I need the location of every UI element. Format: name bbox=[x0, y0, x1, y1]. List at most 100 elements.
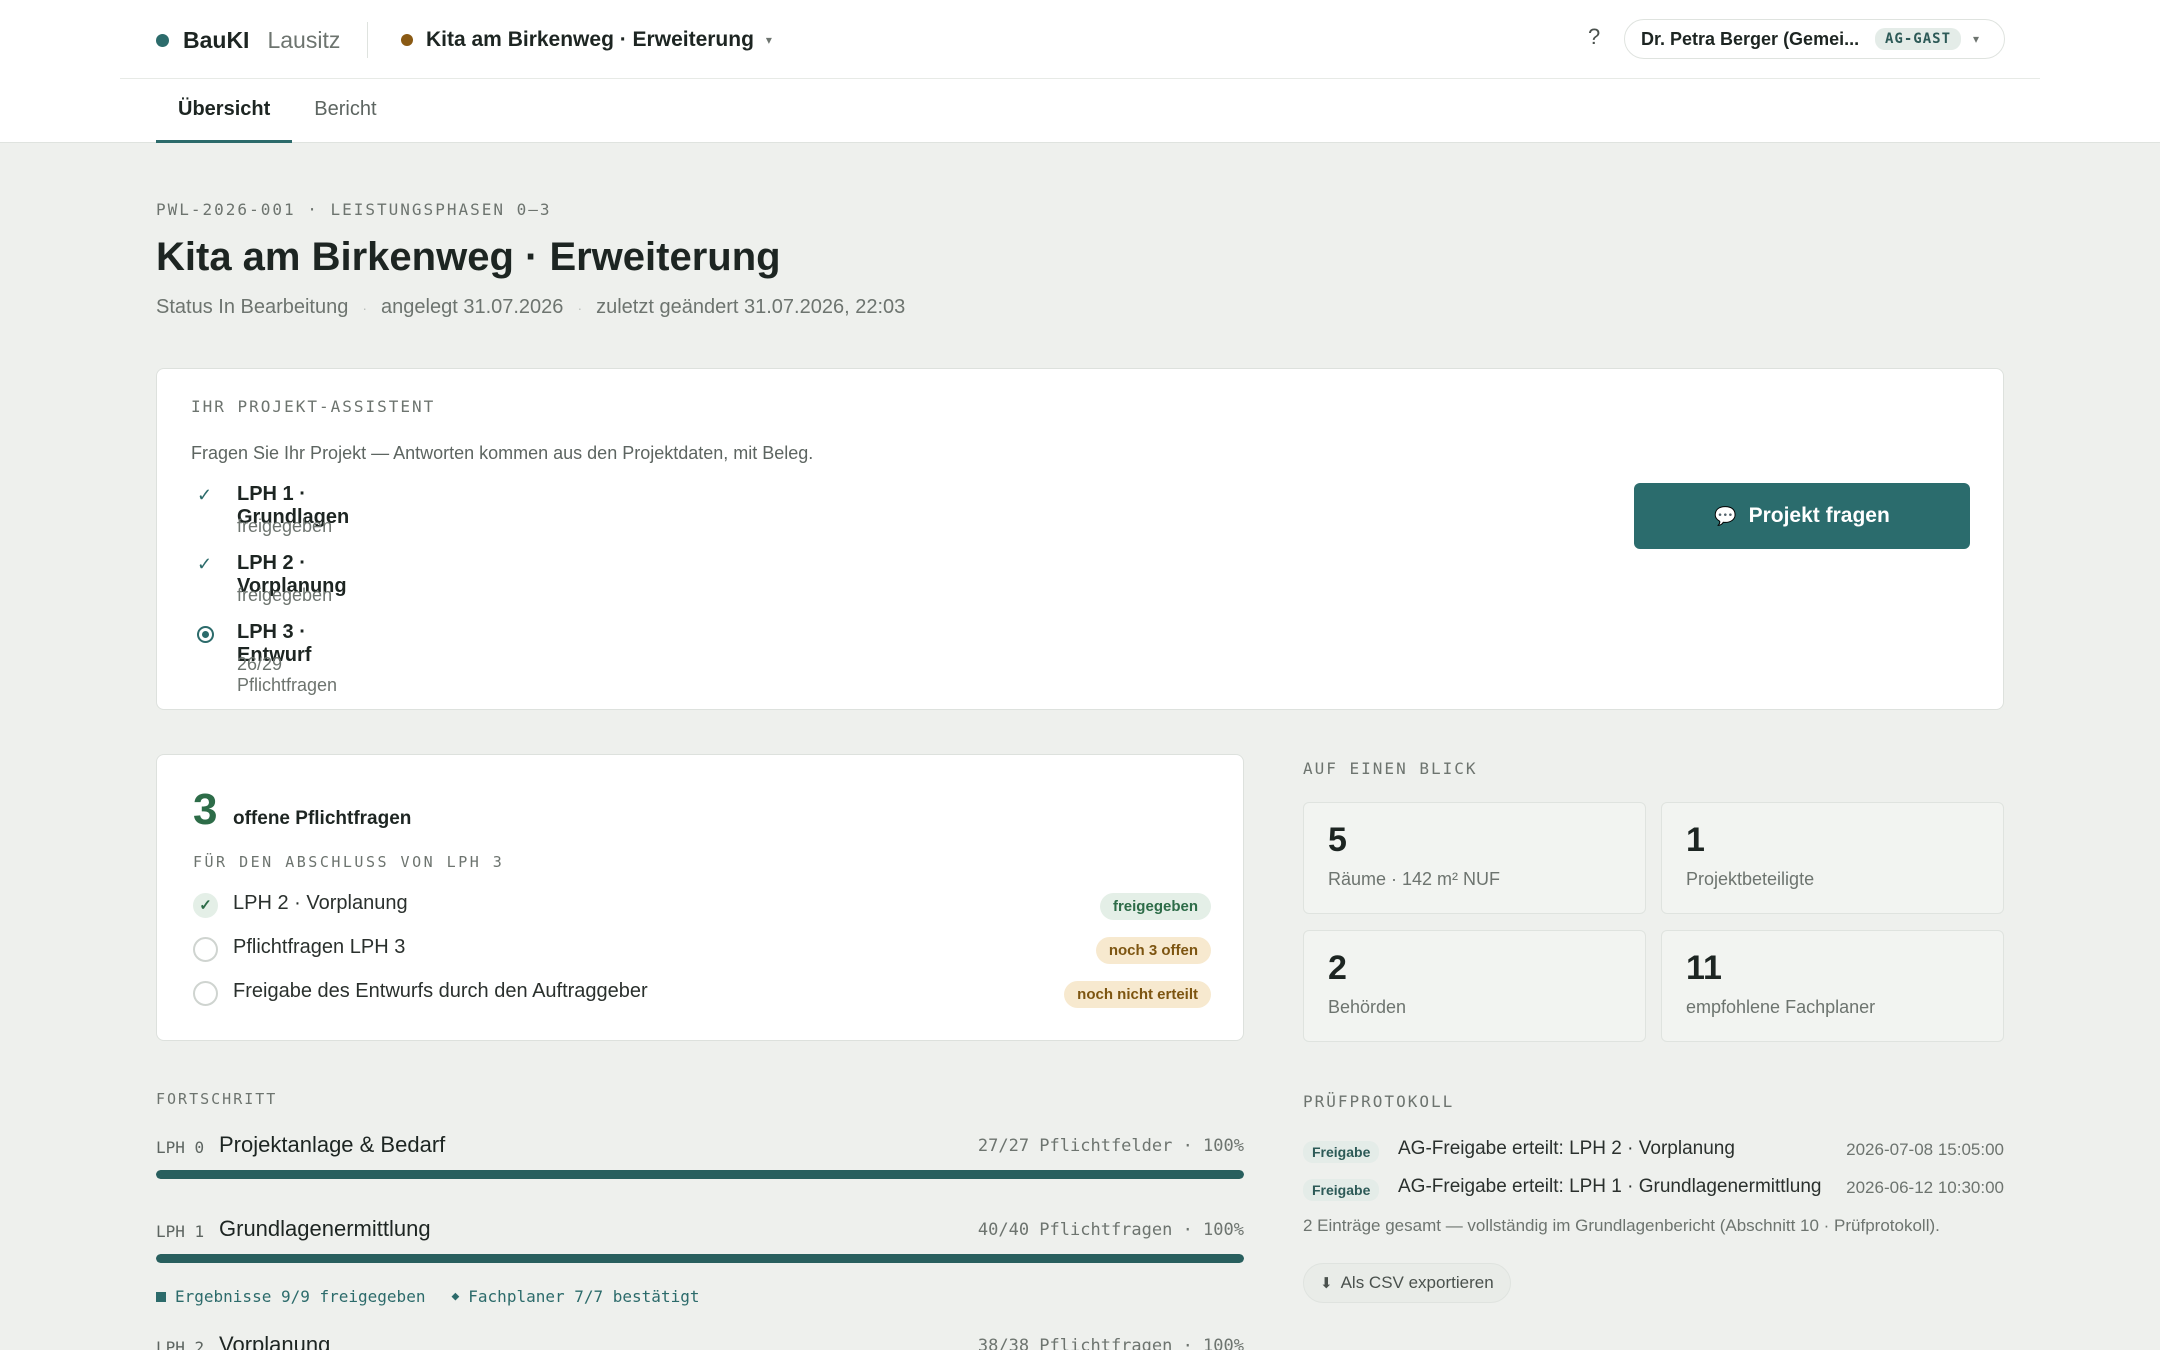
chevron-down-icon: ▾ bbox=[1973, 32, 1980, 46]
progress-header: LPH 2 Vorplanung 38/38 Pflichtfragen · 1… bbox=[156, 1332, 1244, 1350]
assistant-description: Fragen Sie Ihr Projekt — Antworten komme… bbox=[191, 443, 814, 463]
check-icon: ✓ bbox=[197, 485, 213, 505]
open-questions-label: offene Pflichtfragen bbox=[233, 808, 412, 829]
stat-card-authorities[interactable]: 2 Behörden bbox=[1303, 930, 1646, 1042]
brand-dot-icon bbox=[156, 33, 169, 47]
modified-date: zuletzt geändert 31.07.2026, 22:03 bbox=[596, 296, 906, 318]
log-type-badge: Freigabe bbox=[1303, 1179, 1380, 1201]
glance-eyebrow: AUF EINEN BLICK bbox=[1303, 759, 1478, 778]
progress-lph-1[interactable]: LPH 1 Grundlagenermittlung 40/40 Pflicht… bbox=[156, 1216, 1244, 1263]
user-menu[interactable]: Dr. Petra Berger (Gemei... AG-GAST ▾ bbox=[1624, 19, 2005, 59]
header-divider bbox=[367, 22, 368, 58]
page-title: Kita am Birkenweg · Erweiterung bbox=[156, 235, 781, 279]
stat-label: Räume · 142 m² NUF bbox=[1328, 869, 1501, 889]
log-text: AG-Freigabe erteilt: LPH 1 · Grundlagene… bbox=[1398, 1176, 1822, 1197]
status-text: Status In Bearbeitung bbox=[156, 296, 349, 318]
project-switcher[interactable]: Kita am Birkenweg · Erweiterung ▾ bbox=[401, 24, 772, 56]
phase-status: freigegeben bbox=[237, 516, 333, 536]
top-bar: BauKI Lausitz Kita am Birkenweg · Erweit… bbox=[0, 0, 2160, 143]
assistant-eyebrow: IHR PROJEKT-ASSISTENT bbox=[191, 397, 436, 416]
lph-name: Grundlagenermittlung bbox=[219, 1216, 431, 1241]
lph-name: Vorplanung bbox=[219, 1332, 331, 1350]
status-badge: freigegeben bbox=[1099, 893, 1211, 920]
ask-project-label: Projekt fragen bbox=[1748, 504, 1890, 527]
lph-stat: 27/27 Pflichtfelder · 100% bbox=[977, 1136, 1244, 1156]
phase-status: freigegeben bbox=[237, 585, 333, 605]
audit-log-entry[interactable]: Freigabe AG-Freigabe erteilt: LPH 1 · Gr… bbox=[1303, 1175, 2004, 1205]
export-csv-label: Als CSV exportieren bbox=[1340, 1273, 1494, 1292]
chat-bubble-icon: 💬 bbox=[1714, 505, 1737, 526]
project-assistant-card: IHR PROJEKT-ASSISTENT Fragen Sie Ihr Pro… bbox=[156, 368, 2004, 710]
progress-eyebrow: FORTSCHRITT bbox=[156, 1090, 278, 1108]
log-timestamp: 2026-07-08 15:05:00 bbox=[1846, 1140, 2004, 1159]
stat-card-rooms[interactable]: 5 Räume · 142 m² NUF bbox=[1303, 802, 1646, 914]
open-questions-count: 3 bbox=[193, 785, 218, 834]
lph-stat: 40/40 Pflichtfragen · 100% bbox=[977, 1220, 1244, 1240]
checklist-text: Freigabe des Entwurfs durch den Auftragg… bbox=[233, 980, 648, 1002]
checklist-text: LPH 2 · Vorplanung bbox=[233, 892, 408, 914]
radio-active-icon bbox=[197, 626, 214, 643]
stat-label: empfohlene Fachplaner bbox=[1686, 997, 1876, 1017]
chevron-down-icon: ▾ bbox=[765, 33, 772, 47]
meta-separator: · bbox=[577, 299, 583, 316]
export-csv-button[interactable]: ⬇ Als CSV exportieren bbox=[1303, 1263, 1511, 1303]
progress-bar-fill bbox=[156, 1254, 1244, 1263]
status-badge: noch 3 offen bbox=[1095, 937, 1211, 964]
stat-value: 2 bbox=[1328, 949, 1347, 987]
empty-circle-icon bbox=[193, 937, 218, 962]
log-text: AG-Freigabe erteilt: LPH 2 · Vorplanung bbox=[1398, 1138, 1735, 1159]
progress-header: LPH 1 Grundlagenermittlung 40/40 Pflicht… bbox=[156, 1216, 1244, 1250]
stat-card-planners[interactable]: 11 empfohlene Fachplaner bbox=[1661, 930, 2004, 1042]
audit-log-summary: 2 Einträge gesamt — vollständig im Grund… bbox=[1303, 1216, 1940, 1235]
lph-code: LPH 0 bbox=[156, 1138, 205, 1157]
user-name: Dr. Petra Berger (Gemei... bbox=[1641, 28, 1860, 49]
results-substat: Ergebnisse 9/9 freigegeben bbox=[175, 1287, 426, 1306]
lph-name: Projektanlage & Bedarf bbox=[219, 1132, 446, 1157]
progress-lph-0[interactable]: LPH 0 Projektanlage & Bedarf 27/27 Pflic… bbox=[156, 1132, 1244, 1179]
tab-uebersicht[interactable]: Übersicht bbox=[156, 80, 293, 143]
progress-header: LPH 0 Projektanlage & Bedarf 27/27 Pflic… bbox=[156, 1132, 1244, 1166]
role-badge: AG-GAST bbox=[1875, 28, 1962, 50]
square-icon bbox=[156, 1291, 166, 1302]
log-type-badge: Freigabe bbox=[1303, 1141, 1380, 1163]
stat-label: Behörden bbox=[1328, 997, 1407, 1017]
download-icon: ⬇ bbox=[1320, 1275, 1333, 1292]
checklist-item[interactable]: ✓ LPH 2 · Vorplanung freigegeben bbox=[193, 887, 1211, 931]
stat-value: 1 bbox=[1686, 821, 1705, 859]
checklist-item[interactable]: Pflichtfragen LPH 3 noch 3 offen bbox=[193, 931, 1211, 975]
completion-checklist: ✓ LPH 2 · Vorplanung freigegeben Pflicht… bbox=[193, 887, 1211, 1019]
empty-circle-icon bbox=[193, 981, 218, 1006]
lph-stat: 38/38 Pflichtfragen · 100% bbox=[977, 1336, 1244, 1350]
created-date: angelegt 31.07.2026 bbox=[381, 296, 564, 318]
stat-value: 5 bbox=[1328, 821, 1347, 859]
help-button[interactable]: ? bbox=[1588, 24, 1600, 50]
stat-card-participants[interactable]: 1 Projektbeteiligte bbox=[1661, 802, 2004, 914]
check-icon: ✓ bbox=[197, 554, 213, 574]
meta-separator: · bbox=[362, 299, 368, 316]
progress-lph-2[interactable]: LPH 2 Vorplanung 38/38 Pflichtfragen · 1… bbox=[156, 1332, 1244, 1350]
brand[interactable]: BauKI Lausitz bbox=[156, 24, 340, 56]
page-meta: Status In Bearbeitung · angelegt 31.07.2… bbox=[156, 296, 905, 319]
stat-label: Projektbeteiligte bbox=[1686, 869, 1815, 889]
project-status-dot-icon bbox=[401, 34, 413, 46]
brand-name: BauKI bbox=[183, 26, 250, 53]
project-id-eyebrow: PWL-2026-001 · LEISTUNGSPHASEN 0–3 bbox=[156, 200, 552, 219]
audit-log-entry[interactable]: Freigabe AG-Freigabe erteilt: LPH 2 · Vo… bbox=[1303, 1137, 2004, 1167]
planners-substat: Fachplaner 7/7 bestätigt bbox=[468, 1287, 700, 1306]
progress-bar-fill bbox=[156, 1170, 1244, 1179]
checklist-item[interactable]: Freigabe des Entwurfs durch den Auftragg… bbox=[193, 975, 1211, 1019]
checklist-text: Pflichtfragen LPH 3 bbox=[233, 936, 406, 958]
ask-project-button[interactable]: 💬 Projekt fragen bbox=[1634, 483, 1970, 549]
project-switcher-label: Kita am Birkenweg · Erweiterung bbox=[426, 28, 754, 51]
phase-status: 26/29 Pflichtfragen bbox=[237, 654, 338, 695]
lph-code: LPH 1 bbox=[156, 1222, 205, 1241]
lph-code: LPH 2 bbox=[156, 1338, 205, 1350]
stat-value: 11 bbox=[1686, 949, 1722, 987]
log-timestamp: 2026-06-12 10:30:00 bbox=[1846, 1178, 2004, 1197]
open-questions-card: 3 offene Pflichtfragen FÜR DEN ABSCHLUSS… bbox=[156, 754, 1244, 1041]
tab-bar: Übersicht Bericht bbox=[156, 80, 399, 143]
tab-bericht[interactable]: Bericht bbox=[292, 80, 398, 143]
progress-bar bbox=[156, 1170, 1244, 1179]
diamond-icon: ◆ bbox=[451, 1289, 460, 1304]
audit-log-eyebrow: PRÜFPROTOKOLL bbox=[1303, 1092, 1455, 1111]
